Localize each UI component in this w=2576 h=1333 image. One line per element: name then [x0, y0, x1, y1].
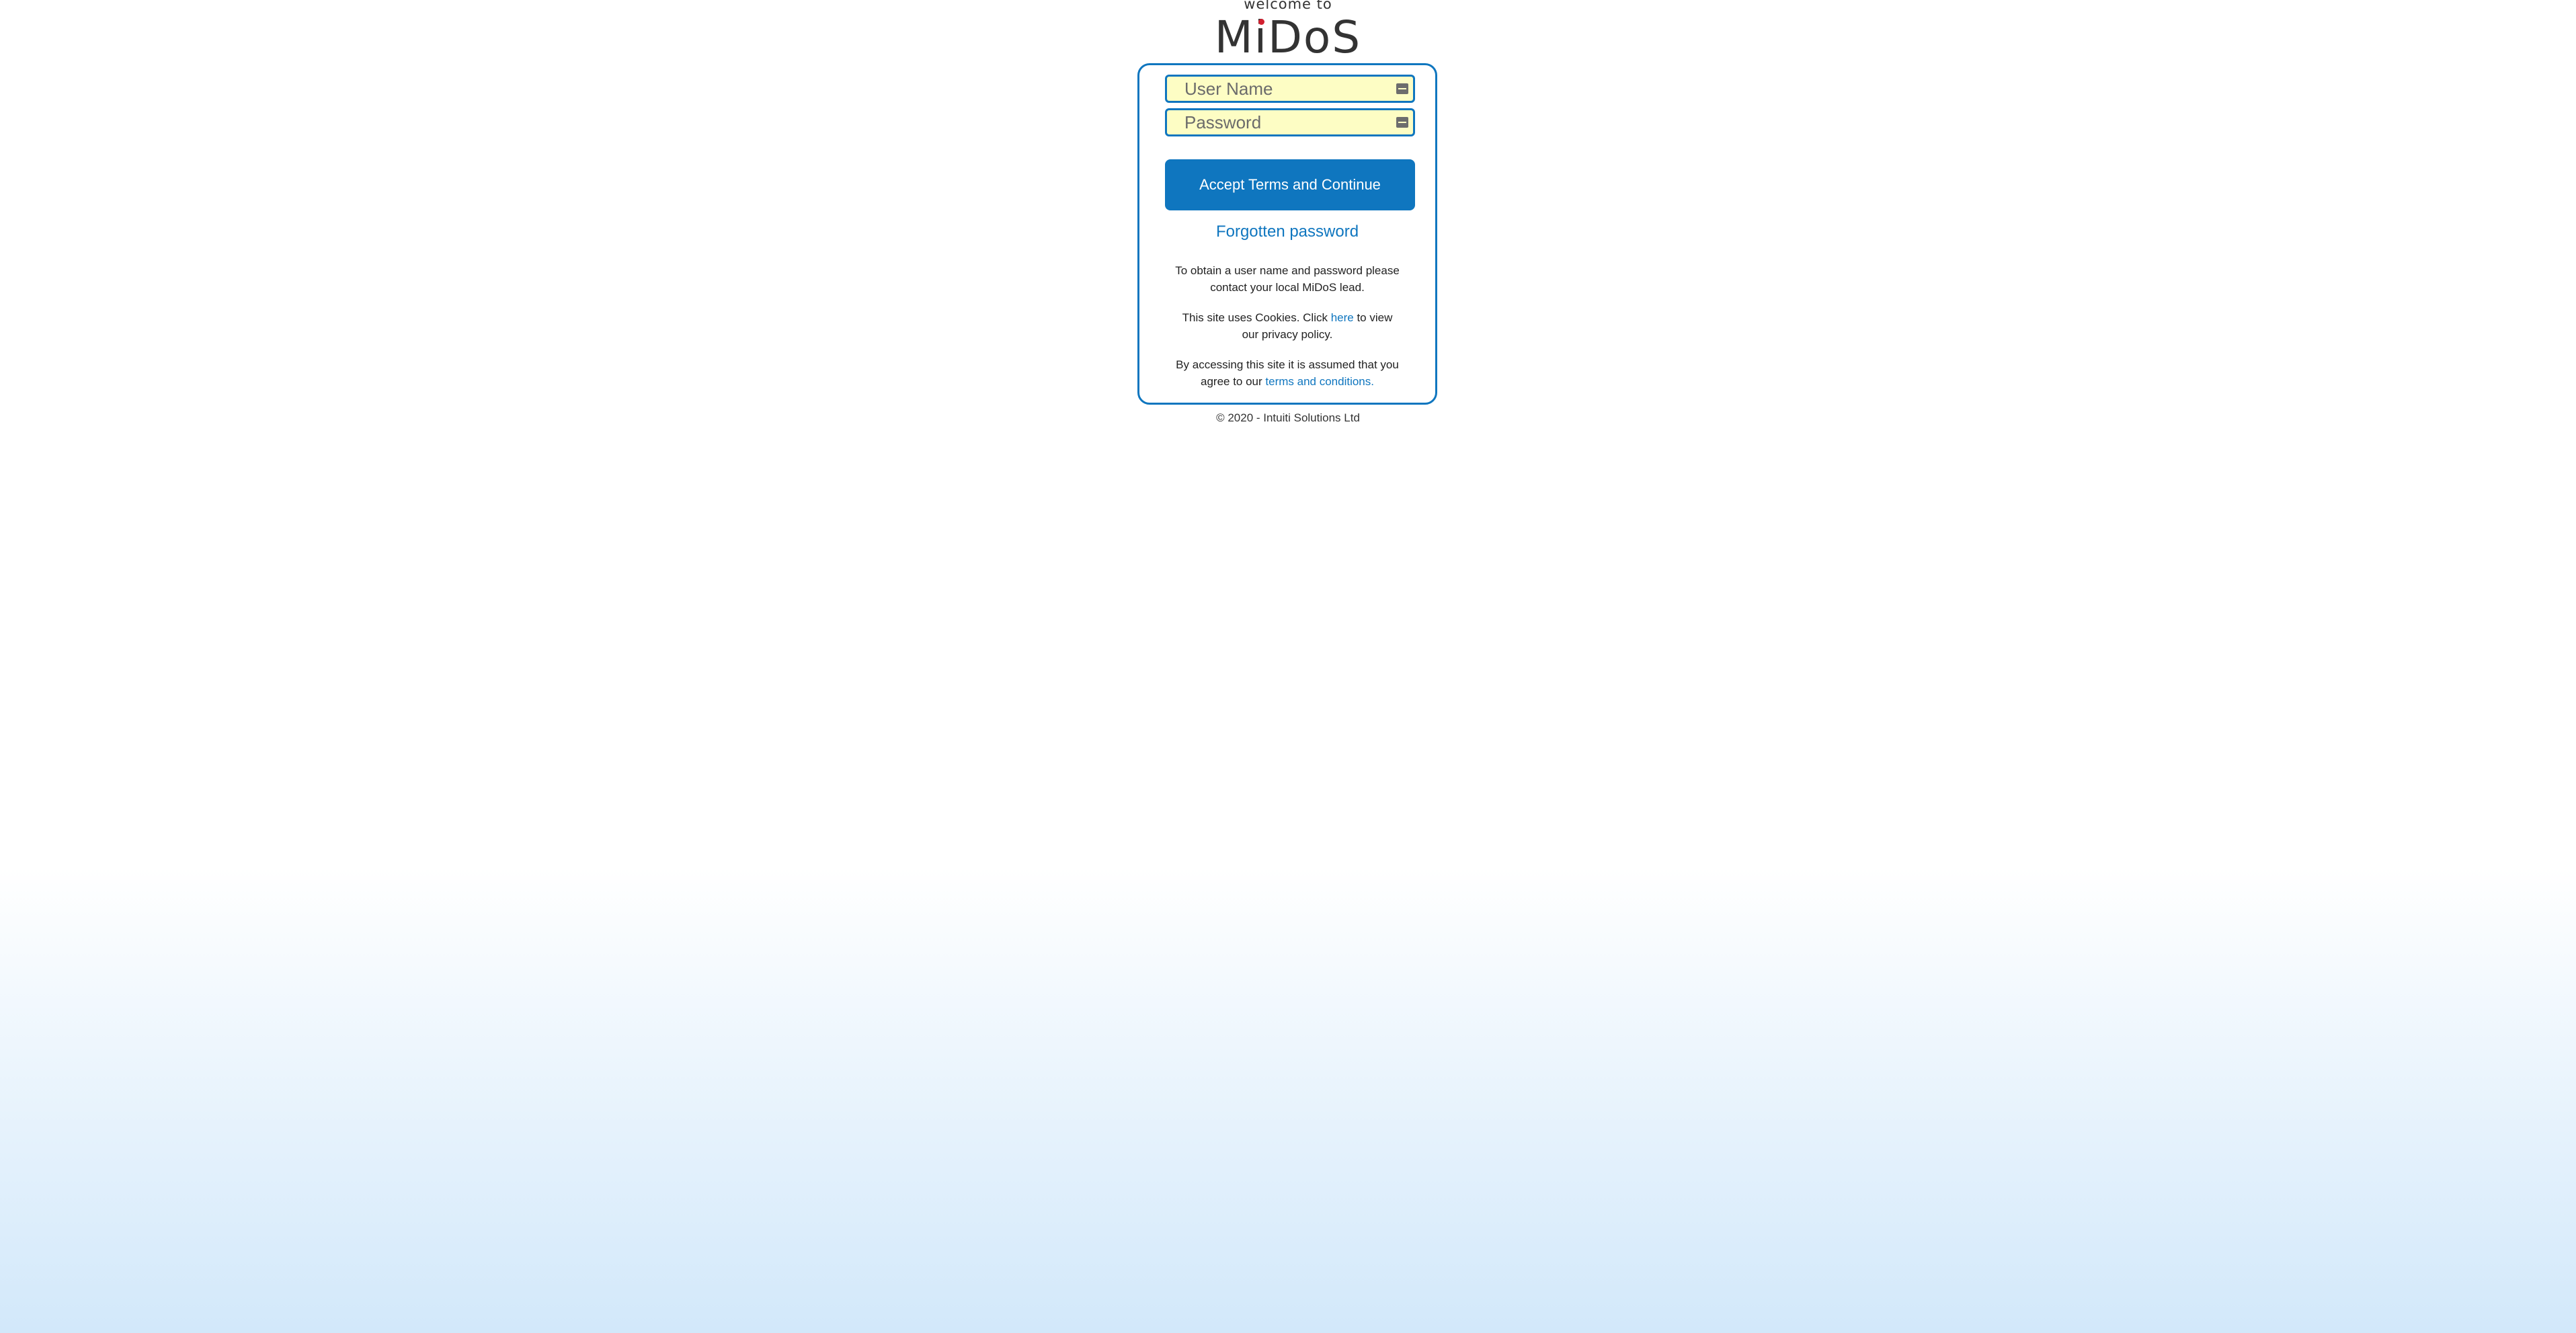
midos-logo: Mi DoS [0, 9, 2576, 66]
logo-text-start: M [1214, 11, 1254, 63]
privacy-policy-link[interactable]: here [1331, 311, 1354, 324]
logo-i: i [1254, 9, 1268, 66]
password-input[interactable] [1165, 108, 1415, 136]
cookies-notice: This site uses Cookies. Click here to vi… [1173, 309, 1402, 343]
logo-red-dot [1258, 19, 1264, 25]
accept-terms-button[interactable]: Accept Terms and Continue [1165, 159, 1415, 210]
login-panel: Accept Terms and Continue Forgotten pass… [1137, 63, 1437, 405]
cookies-text-start: This site uses Cookies. Click [1182, 311, 1331, 324]
key-icon[interactable] [1396, 83, 1408, 94]
terms-notice: By accessing this site it is assumed tha… [1173, 356, 1402, 390]
username-input[interactable] [1165, 75, 1415, 103]
obtain-credentials-text: To obtain a user name and password pleas… [1175, 264, 1400, 294]
forgotten-password-link[interactable]: Forgotten password [1139, 223, 1435, 241]
terms-and-conditions-link[interactable]: terms and conditions. [1265, 375, 1374, 388]
key-icon[interactable] [1396, 117, 1408, 128]
logo-text-end: DoS [1268, 11, 1362, 63]
copyright-footer: © 2020 - Intuiti Solutions Ltd [1216, 411, 1360, 424]
